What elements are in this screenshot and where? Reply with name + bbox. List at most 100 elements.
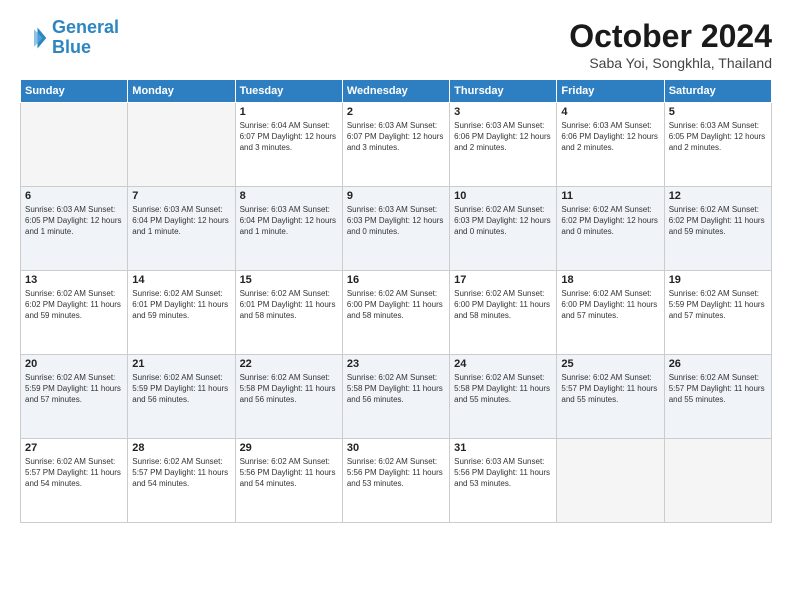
day-number: 10 [454,190,552,202]
table-row: 5 Sunrise: 6:03 AM Sunset: 6:05 PM Daylig… [664,103,771,187]
table-row: 9 Sunrise: 6:03 AM Sunset: 6:03 PM Daylig… [342,187,449,271]
table-row: 10Sunrise: 6:02 AM Sunset: 6:03 PM Dayli… [450,187,557,271]
col-friday: Friday [557,80,664,103]
day-info: Sunrise: 6:02 AM Sunset: 6:00 PM Dayligh… [347,288,445,322]
table-row: 30Sunrise: 6:02 AM Sunset: 5:56 PM Dayli… [342,439,449,523]
table-row [21,103,128,187]
day-info: Sunrise: 6:02 AM Sunset: 6:01 PM Dayligh… [240,288,338,322]
day-number: 27 [25,442,123,454]
table-row: 11 Sunrise: 6:02 AM Sunset: 6:02 PM Dayli… [557,187,664,271]
day-info: Sunrise: 6:02 AM Sunset: 5:57 PM Dayligh… [561,372,659,406]
table-row: 23 Sunrise: 6:02 AM Sunset: 5:58 PM Dayli… [342,355,449,439]
day-number: 28 [132,442,230,454]
table-row: 14 Sunrise: 6:02 AM Sunset: 6:01 PM Dayli… [128,271,235,355]
calendar: Sunday Monday Tuesday Wednesday Thursday… [20,79,772,523]
day-number: 20 [25,358,123,370]
col-thursday: Thursday [450,80,557,103]
day-info: Sunrise: 6:04 AM Sunset: 6:07 PM Dayligh… [240,120,338,154]
day-info: Sunrise: 6:02 AM Sunset: 5:58 PM Dayligh… [240,372,338,406]
table-row: 8 Sunrise: 6:03 AM Sunset: 6:04 PM Daylig… [235,187,342,271]
logo-line2: Blue [52,37,91,57]
header: General Blue October 2024 Saba Yoi, Song… [20,18,772,71]
day-info: Sunrise: 6:03 AM Sunset: 6:06 PM Dayligh… [561,120,659,154]
day-info: Sunrise: 6:02 AM Sunset: 6:02 PM Dayligh… [669,204,767,238]
table-row: 16Sunrise: 6:02 AM Sunset: 6:00 PM Dayli… [342,271,449,355]
table-row: 6 Sunrise: 6:03 AM Sunset: 6:05 PM Daylig… [21,187,128,271]
col-saturday: Saturday [664,80,771,103]
day-number: 23 [347,358,445,370]
month-title: October 2024 [569,18,772,55]
day-info: Sunrise: 6:02 AM Sunset: 6:02 PM Dayligh… [25,288,123,322]
day-info: Sunrise: 6:02 AM Sunset: 5:58 PM Dayligh… [454,372,552,406]
logo-icon [20,24,48,52]
table-row: 2Sunrise: 6:03 AM Sunset: 6:07 PM Daylig… [342,103,449,187]
logo: General Blue [20,18,119,58]
table-row: 17 Sunrise: 6:02 AM Sunset: 6:00 PM Dayli… [450,271,557,355]
day-info: Sunrise: 6:03 AM Sunset: 6:04 PM Dayligh… [240,204,338,238]
day-info: Sunrise: 6:03 AM Sunset: 6:04 PM Dayligh… [132,204,230,238]
table-row: 7 Sunrise: 6:03 AM Sunset: 6:04 PM Daylig… [128,187,235,271]
day-number: 26 [669,358,767,370]
table-row: 27Sunrise: 6:02 AM Sunset: 5:57 PM Dayli… [21,439,128,523]
day-number: 24 [454,358,552,370]
day-info: Sunrise: 6:02 AM Sunset: 5:59 PM Dayligh… [132,372,230,406]
day-number: 14 [132,274,230,286]
table-row [664,439,771,523]
table-row [128,103,235,187]
table-row: 1 Sunrise: 6:04 AM Sunset: 6:07 PM Daylig… [235,103,342,187]
day-number: 3 [454,106,552,118]
table-row: 19 Sunrise: 6:02 AM Sunset: 5:59 PM Dayli… [664,271,771,355]
day-number: 6 [25,190,123,202]
day-number: 1 [240,106,338,118]
day-info: Sunrise: 6:02 AM Sunset: 5:58 PM Dayligh… [347,372,445,406]
table-row: 12Sunrise: 6:02 AM Sunset: 6:02 PM Dayli… [664,187,771,271]
day-number: 21 [132,358,230,370]
table-row: 13 Sunrise: 6:02 AM Sunset: 6:02 PM Dayli… [21,271,128,355]
col-tuesday: Tuesday [235,80,342,103]
day-info: Sunrise: 6:03 AM Sunset: 6:05 PM Dayligh… [669,120,767,154]
day-info: Sunrise: 6:02 AM Sunset: 5:57 PM Dayligh… [132,456,230,490]
page: General Blue October 2024 Saba Yoi, Song… [0,0,792,612]
day-info: Sunrise: 6:02 AM Sunset: 5:59 PM Dayligh… [669,288,767,322]
title-block: October 2024 Saba Yoi, Songkhla, Thailan… [569,18,772,71]
day-info: Sunrise: 6:02 AM Sunset: 6:01 PM Dayligh… [132,288,230,322]
col-sunday: Sunday [21,80,128,103]
day-number: 4 [561,106,659,118]
table-row: 20 Sunrise: 6:02 AM Sunset: 5:59 PM Dayli… [21,355,128,439]
day-info: Sunrise: 6:02 AM Sunset: 6:00 PM Dayligh… [454,288,552,322]
day-info: Sunrise: 6:03 AM Sunset: 6:07 PM Dayligh… [347,120,445,154]
day-number: 15 [240,274,338,286]
day-number: 19 [669,274,767,286]
day-info: Sunrise: 6:03 AM Sunset: 6:06 PM Dayligh… [454,120,552,154]
day-number: 13 [25,274,123,286]
day-info: Sunrise: 6:03 AM Sunset: 6:03 PM Dayligh… [347,204,445,238]
day-info: Sunrise: 6:02 AM Sunset: 5:57 PM Dayligh… [669,372,767,406]
day-number: 29 [240,442,338,454]
table-row: 29 Sunrise: 6:02 AM Sunset: 5:56 PM Dayli… [235,439,342,523]
day-number: 7 [132,190,230,202]
table-row: 15 Sunrise: 6:02 AM Sunset: 6:01 PM Dayli… [235,271,342,355]
table-row: 22 Sunrise: 6:02 AM Sunset: 5:58 PM Dayli… [235,355,342,439]
day-info: Sunrise: 6:02 AM Sunset: 5:56 PM Dayligh… [240,456,338,490]
location: Saba Yoi, Songkhla, Thailand [569,55,772,71]
table-row [557,439,664,523]
day-info: Sunrise: 6:03 AM Sunset: 6:05 PM Dayligh… [25,204,123,238]
day-number: 9 [347,190,445,202]
table-row: 31Sunrise: 6:03 AM Sunset: 5:56 PM Dayli… [450,439,557,523]
day-number: 30 [347,442,445,454]
day-number: 22 [240,358,338,370]
table-row: 28 Sunrise: 6:02 AM Sunset: 5:57 PM Dayli… [128,439,235,523]
logo-line1: General [52,17,119,37]
table-row: 25 Sunrise: 6:02 AM Sunset: 5:57 PM Dayli… [557,355,664,439]
day-number: 5 [669,106,767,118]
day-number: 17 [454,274,552,286]
day-number: 11 [561,190,659,202]
day-number: 8 [240,190,338,202]
day-number: 18 [561,274,659,286]
day-info: Sunrise: 6:02 AM Sunset: 5:59 PM Dayligh… [25,372,123,406]
day-info: Sunrise: 6:02 AM Sunset: 6:02 PM Dayligh… [561,204,659,238]
day-info: Sunrise: 6:03 AM Sunset: 5:56 PM Dayligh… [454,456,552,490]
day-number: 25 [561,358,659,370]
table-row: 4 Sunrise: 6:03 AM Sunset: 6:06 PM Daylig… [557,103,664,187]
col-wednesday: Wednesday [342,80,449,103]
